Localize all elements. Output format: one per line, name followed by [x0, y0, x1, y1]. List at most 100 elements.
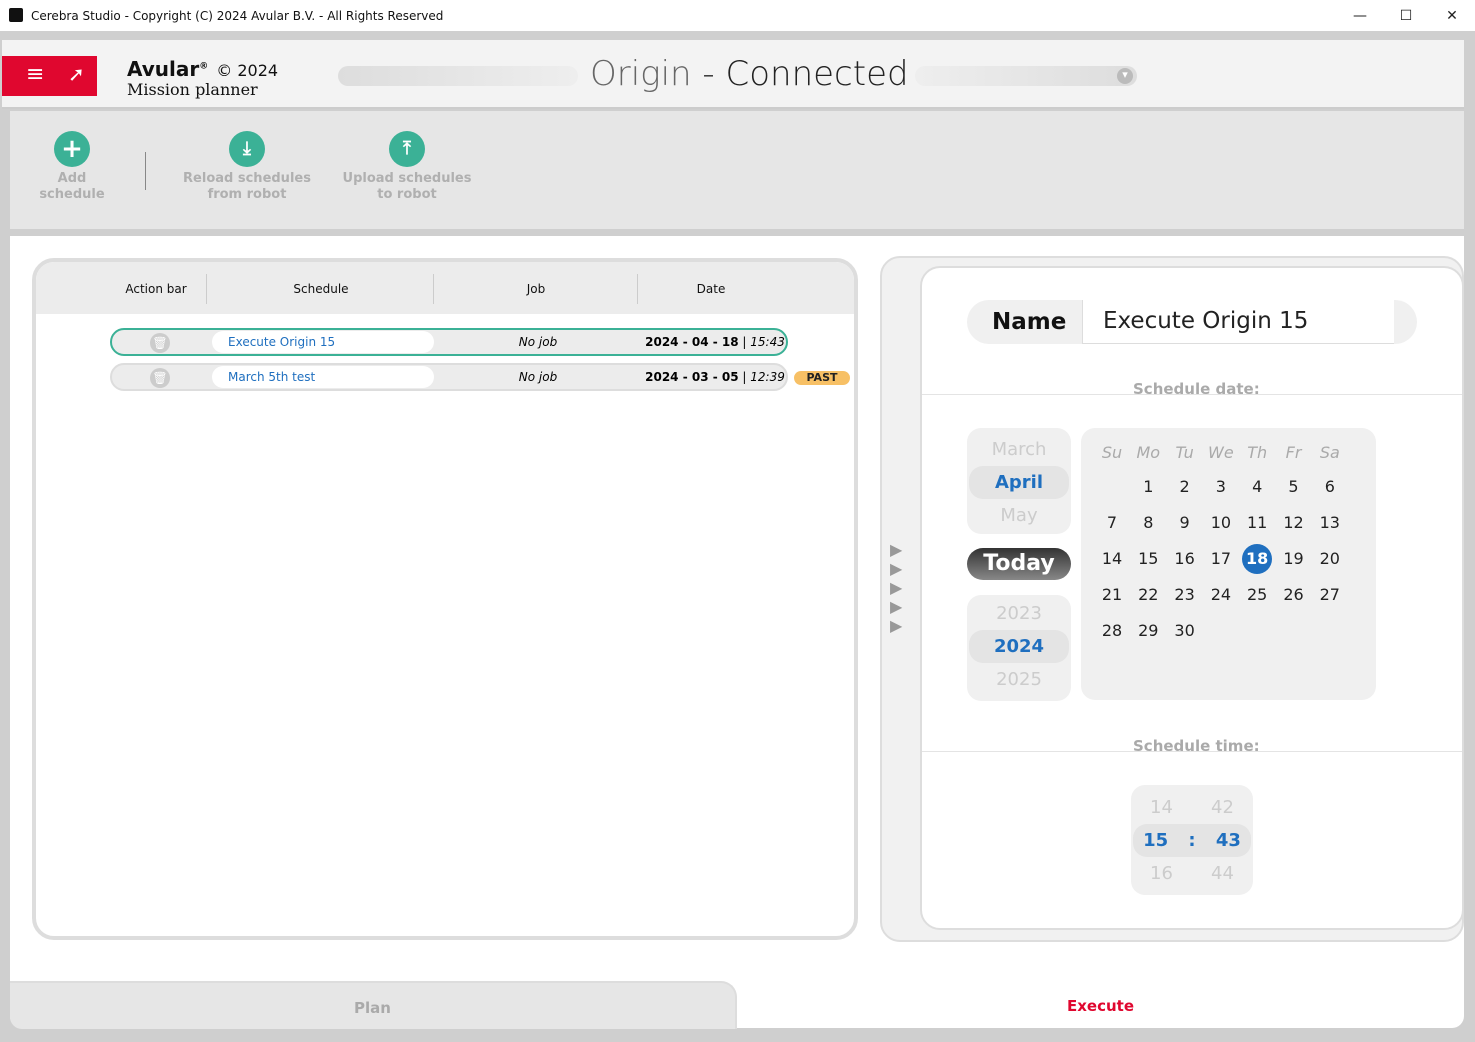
calendar-day[interactable]: 12: [1279, 508, 1309, 538]
calendar-day[interactable]: 26: [1279, 580, 1309, 610]
schedule-job: No job: [518, 370, 558, 384]
calendar-day[interactable]: 4: [1242, 472, 1272, 502]
schedule-time-label: Schedule time:: [1133, 737, 1260, 755]
calendar-day[interactable]: 29: [1133, 616, 1163, 646]
reload-schedules-button[interactable]: ⤓ Reload schedules from robot: [182, 131, 312, 203]
toolbar-divider: [145, 152, 146, 190]
calendar-day[interactable]: 7: [1097, 508, 1127, 538]
tab-plan[interactable]: Plan: [10, 981, 737, 1029]
hamburger-icon: ≡: [26, 62, 45, 87]
title-bar: Cerebra Studio - Copyright (C) 2024 Avul…: [0, 0, 1475, 31]
weekday-label: We: [1208, 443, 1234, 462]
avular-logo-icon: ➚: [68, 62, 85, 86]
calendar-day[interactable]: 25: [1242, 580, 1272, 610]
chevron-down-icon: ▾: [1117, 68, 1133, 84]
calendar-day[interactable]: 21: [1097, 580, 1127, 610]
calendar-day[interactable]: 2: [1170, 472, 1200, 502]
calendar-day[interactable]: 30: [1170, 616, 1200, 646]
calendar-day[interactable]: 15: [1133, 544, 1163, 574]
table-header: Action bar Schedule Job Date: [36, 262, 854, 314]
minute-option[interactable]: 42: [1211, 791, 1234, 824]
year-option-selected[interactable]: 2024: [969, 630, 1069, 663]
calendar-day[interactable]: 10: [1206, 508, 1236, 538]
trash-icon[interactable]: 🗑: [150, 368, 170, 388]
year-option[interactable]: 2025: [967, 663, 1071, 696]
upload-icon: ⤒: [389, 131, 425, 167]
weekday-label: Mo: [1136, 443, 1161, 462]
weekday-label: Tu: [1175, 443, 1194, 462]
year-option[interactable]: 2023: [967, 597, 1071, 630]
calendar-grid: Su Mo Tu We Th Fr Sa 1 2 3 4 5 6 7 8 9 10 11 12 13 14 15 16 17 1…: [1081, 428, 1376, 700]
hour-option[interactable]: 16: [1150, 857, 1173, 890]
plus-icon: +: [54, 131, 90, 167]
calendar-day[interactable]: 14: [1097, 544, 1127, 574]
calendar-day[interactable]: 5: [1279, 472, 1309, 502]
year-picker[interactable]: 2023 2024 2025: [967, 595, 1071, 701]
robot-select[interactable]: ▾: [915, 66, 1137, 86]
app-icon: [9, 8, 23, 22]
col-date: Date: [696, 282, 726, 296]
close-button[interactable]: ✕: [1429, 0, 1475, 31]
month-picker[interactable]: March April May: [967, 428, 1071, 534]
weekday-label: Fr: [1285, 443, 1302, 462]
col-job: Job: [526, 282, 546, 296]
month-option[interactable]: March: [967, 433, 1071, 466]
table-row[interactable]: 🗑 Execute Origin 15 No job 2024 - 04 - 1…: [110, 328, 788, 356]
past-badge: PAST: [794, 371, 850, 385]
calendar-day[interactable]: 22: [1133, 580, 1163, 610]
app-subtitle: Mission planner: [127, 80, 258, 99]
today-button[interactable]: Today: [967, 548, 1071, 580]
calendar-day[interactable]: 17: [1206, 544, 1236, 574]
col-schedule: Schedule: [293, 282, 349, 296]
name-label: Name: [992, 309, 1067, 335]
name-input[interactable]: Execute Origin 15: [1082, 300, 1394, 344]
schedule-date: 2024 - 03 - 05 | 12:39: [645, 370, 785, 384]
time-colon: :: [1188, 830, 1196, 851]
hour-option[interactable]: 14: [1150, 791, 1173, 824]
connection-status: Origin - Connected: [590, 54, 909, 94]
add-schedule-button[interactable]: + Add schedule: [32, 131, 112, 203]
calendar-day[interactable]: 9: [1170, 508, 1200, 538]
calendar-day[interactable]: 3: [1206, 472, 1236, 502]
calendar-day[interactable]: 23: [1170, 580, 1200, 610]
schedule-date-label: Schedule date:: [1133, 380, 1260, 398]
minimize-button[interactable]: —: [1337, 0, 1383, 31]
schedule-date: 2024 - 04 - 18 | 15:43: [645, 335, 785, 349]
calendar-day[interactable]: 19: [1279, 544, 1309, 574]
maximize-button[interactable]: ☐: [1383, 0, 1429, 31]
status-bar-left: [338, 66, 578, 86]
col-action-bar: Action bar: [125, 282, 187, 296]
minute-option[interactable]: 44: [1211, 857, 1234, 890]
calendar-day[interactable]: 27: [1315, 580, 1345, 610]
brand-logo: Avular® © 2024: [127, 57, 279, 81]
calendar-day[interactable]: 13: [1315, 508, 1345, 538]
schedule-list-panel: Action bar Schedule Job Date 🗑 Execute O…: [32, 258, 858, 940]
calendar-day[interactable]: 11: [1242, 508, 1272, 538]
menu-button[interactable]: ≡ ➚: [2, 56, 97, 96]
calendar-day[interactable]: 8: [1133, 508, 1163, 538]
hour-selected[interactable]: 15: [1143, 824, 1168, 857]
upload-schedules-button[interactable]: ⤒ Upload schedules to robot: [342, 131, 472, 203]
schedule-name[interactable]: March 5th test: [212, 366, 434, 388]
schedule-name[interactable]: Execute Origin 15: [212, 331, 434, 353]
calendar-day[interactable]: 1: [1133, 472, 1163, 502]
trash-icon[interactable]: 🗑: [150, 333, 170, 353]
weekday-label: Su: [1101, 443, 1123, 462]
calendar-day[interactable]: 24: [1206, 580, 1236, 610]
calendar-day-selected[interactable]: 18: [1242, 544, 1273, 574]
tab-execute[interactable]: Execute: [737, 981, 1464, 1029]
download-icon: ⤓: [229, 131, 265, 167]
calendar-day[interactable]: 28: [1097, 616, 1127, 646]
schedule-job: No job: [518, 335, 558, 349]
minute-selected[interactable]: 43: [1216, 824, 1241, 857]
month-option-selected[interactable]: April: [969, 466, 1069, 499]
calendar-day[interactable]: 20: [1315, 544, 1345, 574]
collapse-arrow-icon[interactable]: ▶ ▶ ▶ ▶ ▶: [890, 540, 902, 635]
table-row[interactable]: 🗑 March 5th test No job 2024 - 03 - 05 |…: [110, 363, 788, 391]
weekday-label: Sa: [1319, 443, 1340, 462]
calendar-day[interactable]: 6: [1315, 472, 1345, 502]
month-option[interactable]: May: [967, 499, 1071, 532]
time-picker[interactable]: 14 42 15:43 16 44: [1131, 785, 1253, 895]
weekday-label: Th: [1247, 443, 1268, 462]
calendar-day[interactable]: 16: [1170, 544, 1200, 574]
